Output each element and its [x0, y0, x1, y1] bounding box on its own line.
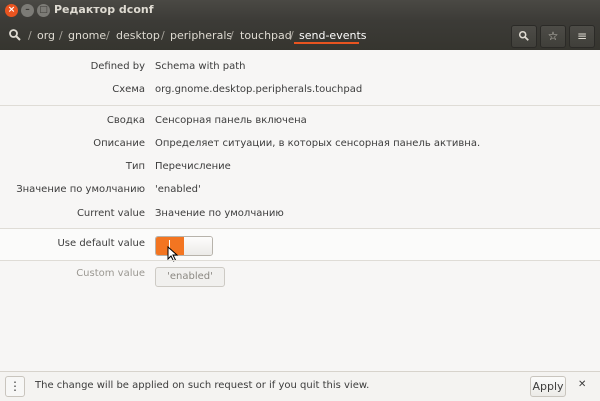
default-value-value: 'enabled' [155, 184, 201, 195]
window-title: Редактор dconf [54, 3, 154, 16]
bookmarks-button[interactable]: ☆ [540, 25, 566, 48]
breadcrumb-separator: / [230, 29, 234, 42]
schema-label: Схема [112, 84, 145, 95]
current-value-value: Значение по умолчанию [155, 208, 284, 219]
defined-by-value: Schema with path [155, 61, 246, 72]
search-icon [518, 30, 529, 41]
summary-value: Сенсорная панель включена [155, 115, 307, 126]
window-titlebar: × – □ Редактор dconf [0, 0, 600, 21]
defined-by-label: Defined by [90, 61, 145, 72]
star-icon: ☆ [547, 29, 559, 43]
hamburger-menu-icon: ≡ [576, 29, 588, 43]
breadcrumb-org[interactable]: org [37, 29, 55, 42]
apply-button[interactable]: Apply [530, 376, 566, 397]
breadcrumb-gnome[interactable]: gnome [68, 29, 106, 42]
breadcrumb-separator: / [161, 29, 165, 42]
current-value-label: Current value [76, 208, 145, 219]
breadcrumb-peripherals[interactable]: peripherals [170, 29, 232, 42]
use-default-switch[interactable] [155, 236, 213, 256]
description-value: Определяет ситуации, в которых сенсорная… [155, 138, 481, 149]
custom-value-label: Custom value [76, 268, 145, 279]
switch-knob[interactable] [184, 237, 212, 255]
summary-label: Сводка [106, 115, 145, 126]
window-maximize-button[interactable]: □ [37, 4, 50, 17]
close-icon[interactable]: ✕ [578, 379, 586, 390]
schema-value: org.gnome.desktop.peripherals.touchpad [155, 84, 363, 95]
breadcrumb-separator: / [106, 29, 110, 42]
breadcrumb-separator: / [59, 29, 63, 42]
active-breadcrumb-underline [294, 42, 359, 44]
type-value: Перечисление [155, 161, 231, 172]
vertical-dots-icon: ⋮ [9, 379, 21, 393]
search-button[interactable] [511, 25, 537, 48]
headerbar: / org / gnome / desktop / peripherals / … [0, 21, 600, 50]
main-menu-button[interactable]: ≡ [569, 25, 595, 48]
window-close-button[interactable]: × [5, 4, 18, 17]
pending-changes-message: The change will be applied on such reque… [35, 380, 370, 391]
pending-changes-menu-button[interactable]: ⋮ [5, 376, 25, 397]
window-minimize-button[interactable]: – [21, 4, 34, 17]
breadcrumb-separator: / [290, 29, 294, 42]
pending-changes-bar: ⋮ The change will be applied on such req… [0, 371, 600, 401]
type-label: Тип [125, 161, 145, 172]
breadcrumb-separator: / [28, 29, 32, 42]
breadcrumb-desktop[interactable]: desktop [116, 29, 160, 42]
divider [0, 260, 600, 261]
custom-value-field[interactable]: 'enabled' [155, 267, 225, 287]
default-value-label: Значение по умолчанию [16, 184, 145, 195]
divider [0, 105, 600, 106]
breadcrumb-send-events[interactable]: send-events [299, 29, 366, 42]
breadcrumb-touchpad[interactable]: touchpad [240, 29, 292, 42]
description-label: Описание [93, 138, 145, 149]
use-default-label: Use default value [57, 238, 145, 249]
search-icon[interactable] [8, 28, 22, 42]
